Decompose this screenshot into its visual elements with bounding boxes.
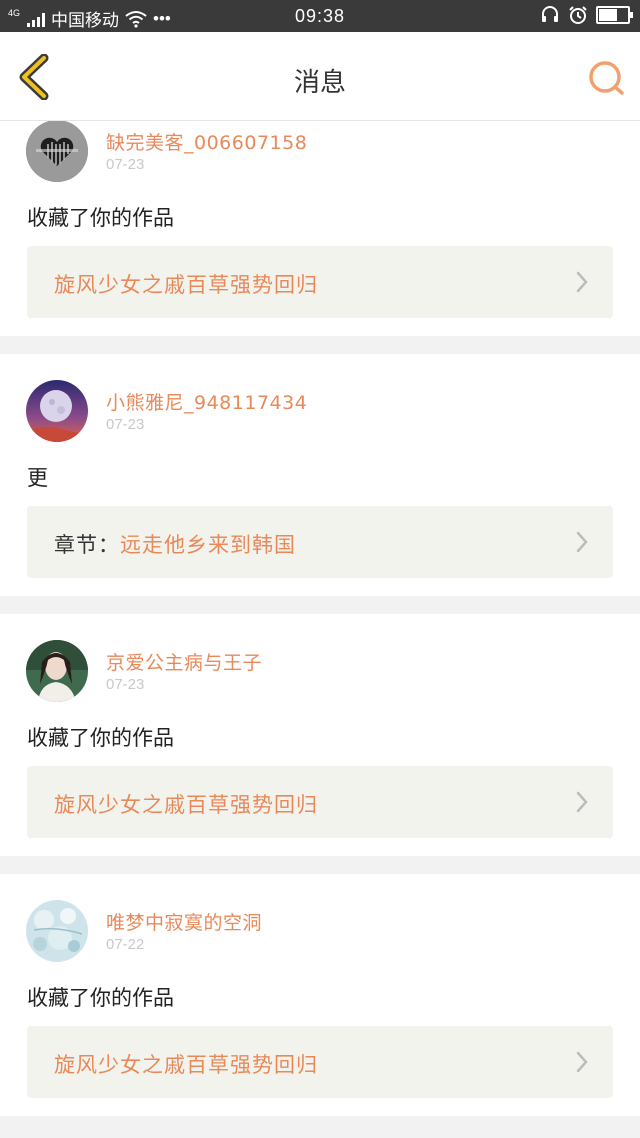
battery-fill (599, 9, 617, 21)
alarm-icon (569, 6, 587, 24)
user-name[interactable]: 京爱公主病与王子 (106, 648, 262, 675)
flower-icon (26, 900, 88, 962)
search-icon[interactable] (586, 58, 626, 98)
message-text: 收藏了你的作品 (27, 206, 174, 230)
message-card: 缺完美客_006607158 07-23 收藏了你的作品 旋风少女之戚百草强势回… (0, 120, 640, 336)
user-name[interactable]: 缺完美客_006607158 (106, 128, 307, 155)
message-date: 07-23 (106, 156, 145, 173)
message-text: 收藏了你的作品 (27, 726, 174, 750)
message-date: 07-23 (106, 416, 145, 433)
message-text: 更 (27, 466, 48, 490)
work-link[interactable]: 章节：远走他乡来到韩国 (27, 506, 613, 578)
chevron-right-icon (576, 1051, 588, 1073)
chevron-right-icon (576, 271, 588, 293)
message-card: 小熊雅尼_948117434 07-23 更 章节：远走他乡来到韩国 (0, 354, 640, 596)
moon-avatar[interactable] (26, 380, 88, 442)
message-card: 京爱公主病与王子 07-23 收藏了你的作品 旋风少女之戚百草强势回归 (0, 614, 640, 856)
moon-icon (26, 380, 88, 442)
portrait-icon (26, 640, 88, 702)
message-date: 07-23 (106, 676, 145, 693)
chevron-right-icon (576, 531, 588, 553)
nav-bar: 消息 (0, 32, 640, 121)
work-link[interactable]: 旋风少女之戚百草强势回归 (27, 766, 613, 838)
page-title: 消息 (293, 68, 346, 98)
girl-avatar[interactable] (26, 640, 88, 702)
battery-icon (596, 6, 633, 24)
message-card: 唯梦中寂寞的空洞 07-22 收藏了你的作品 旋风少女之戚百草强势回归 (0, 874, 640, 1116)
user-name[interactable]: 唯梦中寂寞的空洞 (106, 908, 262, 935)
heart-icon (26, 120, 88, 182)
work-title: 旋风少女之戚百草强势回归 (54, 1053, 318, 1077)
heart-avatar[interactable] (26, 120, 88, 182)
status-bar: 4G 中国移动 ••• 09:38 (0, 0, 640, 32)
message-date: 07-22 (106, 936, 145, 953)
work-title: 旋风少女之戚百草强势回归 (54, 273, 318, 297)
status-right (540, 5, 633, 25)
work-title: 章节：远走他乡来到韩国 (54, 533, 296, 557)
work-link[interactable]: 旋风少女之戚百草强势回归 (27, 1026, 613, 1098)
work-link[interactable]: 旋风少女之戚百草强势回归 (27, 246, 613, 318)
chevron-right-icon (576, 791, 588, 813)
work-title: 旋风少女之戚百草强势回归 (54, 793, 318, 817)
headset-icon (542, 6, 558, 22)
message-text: 收藏了你的作品 (27, 986, 174, 1010)
flower-avatar[interactable] (26, 900, 88, 962)
user-name[interactable]: 小熊雅尼_948117434 (106, 388, 307, 415)
message-feed[interactable]: 缺完美客_006607158 07-23 收藏了你的作品 旋风少女之戚百草强势回… (0, 120, 640, 1138)
